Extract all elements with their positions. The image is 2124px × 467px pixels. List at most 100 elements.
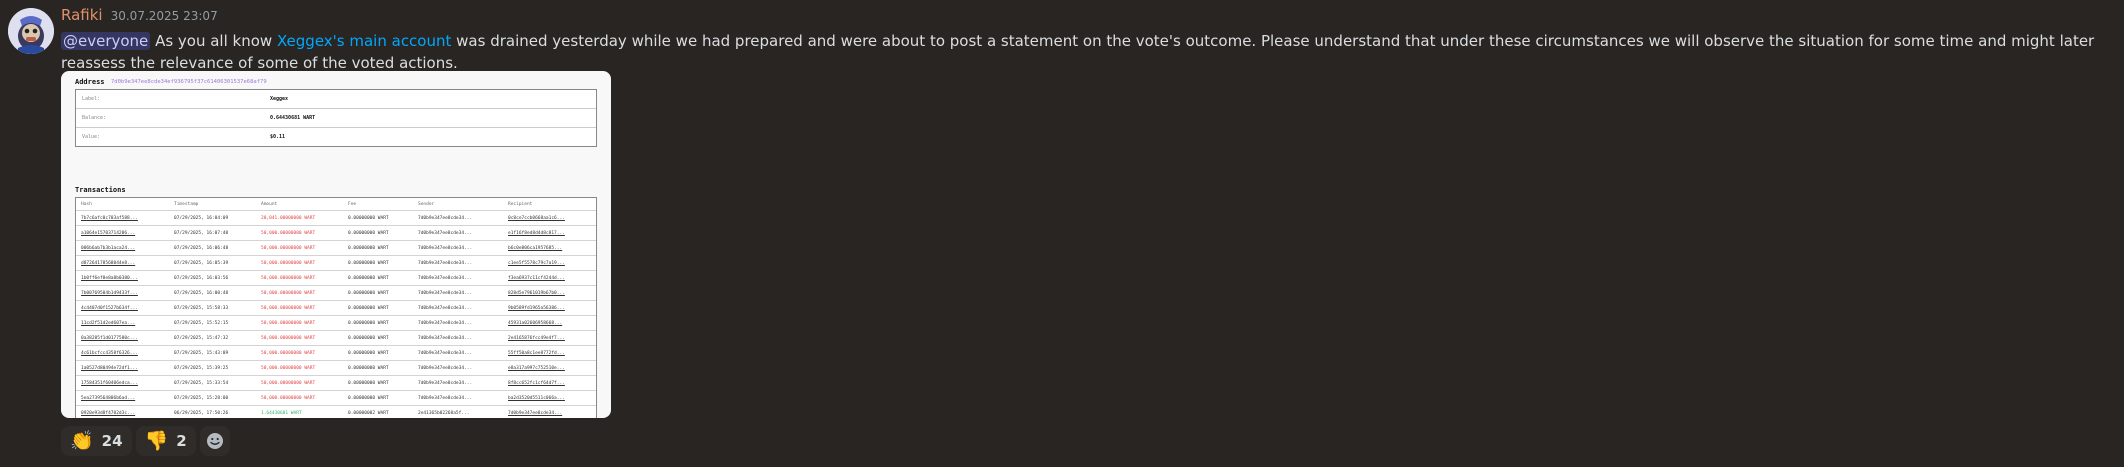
transactions-table: Hash Timestamp Amount Fee Sender Recipie… <box>75 197 597 418</box>
table-cell: 7d0b9e347ee8cde34... <box>418 246 473 251</box>
clap-emoji-icon: 👏 <box>70 430 94 452</box>
table-cell: 50,000.00000000 WART <box>261 231 316 236</box>
table-cell[interactable]: 17584351f60406edca... <box>81 381 138 386</box>
reaction-count: 24 <box>101 432 123 450</box>
table-cell[interactable]: 0c8ce7ccb0668aa1c6... <box>508 216 565 221</box>
screenshot-content: Address 7d0b9e347ee8cde34ef936795f37c614… <box>61 71 611 418</box>
table-cell: 07/29/2025, 15:47:32 <box>174 336 229 341</box>
table-cell: 2e41365b02268a5f... <box>418 411 470 416</box>
table-cell: 7d0b9e347ee8cde34... <box>418 216 473 221</box>
info-row-balance: Balance: 0.64430681 WART <box>76 108 596 127</box>
reaction-count: 2 <box>176 432 187 450</box>
table-row: 0920e93d8f4702d3c... 06/29/2025, 17:50:26… <box>76 405 596 418</box>
table-cell[interactable]: 006b6ab7b3b1aca24... <box>81 246 135 251</box>
table-cell[interactable]: 2e4165876fcc49e4f7... <box>508 336 565 341</box>
info-row-value: Value: $0.11 <box>76 127 596 146</box>
table-cell: 7d0b9e347ee8cde34... <box>418 306 473 311</box>
table-cell[interactable]: ba2d3520d5511c066a... <box>508 396 565 401</box>
table-cell: 50,000.00000000 WART <box>261 246 316 251</box>
table-row: 006b6ab7b3b1aca24... 07/29/2025, 16:06:48… <box>76 240 596 256</box>
table-cell: 07/29/2025, 15:43:09 <box>174 351 229 356</box>
column-header: Sender <box>418 202 435 207</box>
table-cell: 50,000.00000000 WART <box>261 261 316 266</box>
table-cell: 7d0b9e347ee8cde34... <box>418 261 473 266</box>
table-cell[interactable]: 7b00769504b1d9433f... <box>81 291 138 296</box>
table-cell: 50,000.00000000 WART <box>261 336 316 341</box>
table-cell: 0.00000000 WART <box>348 216 389 221</box>
table-cell: 50,000.00000000 WART <box>261 276 316 281</box>
column-header: Recipient <box>508 202 533 207</box>
table-cell[interactable]: f3ea6937c11cf4244d... <box>508 276 565 281</box>
table-cell[interactable]: 45931a02606958668... <box>508 321 562 326</box>
info-label: Value: <box>82 134 101 140</box>
table-cell[interactable]: b6c0e806ca1957685... <box>508 246 562 251</box>
table-row: 7b00769504b1d9433f... 07/29/2025, 16:00:4… <box>76 285 596 301</box>
column-header: Fee <box>348 202 357 207</box>
table-row: 7b7c6afc0c703af588... 07/29/2025, 16:04:0… <box>76 210 596 226</box>
table-cell: 7d0b9e347ee8cde34... <box>418 231 473 236</box>
table-cell[interactable]: 1a0527d80494e72df1... <box>81 366 138 371</box>
column-header: Hash <box>81 202 92 207</box>
table-cell[interactable]: e8a317a997c752510e... <box>508 366 565 371</box>
table-cell[interactable]: 7b7c6afc0c703af588... <box>81 216 138 221</box>
info-label: Label: <box>82 96 101 102</box>
column-header: Amount <box>261 202 278 207</box>
table-cell[interactable]: a1064e15703714206... <box>81 231 135 236</box>
info-value: 0.64430681 WART <box>270 115 316 121</box>
address-info-box: Label: Xeggex Balance: 0.64430681 WART V… <box>75 89 597 147</box>
table-cell[interactable]: 8f8cc652fc1cf64d7f... <box>508 381 565 386</box>
table-cell[interactable]: 4c61bcfcc4358f6326... <box>81 351 138 356</box>
table-cell[interactable]: 9b0589fd1965a56386... <box>508 306 565 311</box>
table-cell[interactable]: 7d0b9e347ee8cde34... <box>508 411 562 416</box>
table-row: d87264178568044e8... 07/29/2025, 16:05:39… <box>76 255 596 271</box>
image-attachment[interactable]: Address 7d0b9e347ee8cde34ef936795f37c614… <box>61 71 611 418</box>
table-cell: 7d0b9e347ee8cde34... <box>418 396 473 401</box>
table-cell: 07/29/2025, 16:04:09 <box>174 216 229 221</box>
table-cell: 07/29/2025, 16:05:39 <box>174 261 229 266</box>
table-cell: 0.00000000 WART <box>348 306 389 311</box>
table-cell: 07/29/2025, 15:33:54 <box>174 381 229 386</box>
table-cell[interactable]: 1b0ff6ef8e8a8b0380... <box>81 276 138 281</box>
everyone-mention[interactable]: @everyone <box>61 32 151 50</box>
reactions-bar: 👏 24 👎 2 <box>61 426 230 456</box>
table-row: 1b0ff6ef8e8a8b0380... 07/29/2025, 16:03:5… <box>76 270 596 286</box>
username[interactable]: Rafiki <box>61 6 103 24</box>
table-cell: 1.64430681 WART <box>261 411 302 416</box>
table-cell[interactable]: 55ff50a8c1ee8772fd... <box>508 351 565 356</box>
table-cell[interactable]: 0a38285f1d0177580c... <box>81 336 138 341</box>
timestamp[interactable]: 30.07.2025 23:07 <box>111 9 218 23</box>
table-cell[interactable]: c1ee5f5578c79c7a19... <box>508 261 565 266</box>
table-cell: 0.00000000 WART <box>348 246 389 251</box>
info-value: $0.11 <box>270 134 286 140</box>
table-cell: 06/29/2025, 17:50:26 <box>174 411 229 416</box>
table-cell: 0.00000000 WART <box>348 396 389 401</box>
table-cell[interactable]: 0920e93d8f4702d3c... <box>81 411 135 416</box>
user-avatar[interactable] <box>8 8 54 54</box>
reaction-clap[interactable]: 👏 24 <box>61 426 132 456</box>
table-row: 1a0527d80494e72df1... 07/29/2025, 15:39:2… <box>76 360 596 376</box>
table-cell: 07/29/2025, 15:52:15 <box>174 321 229 326</box>
table-cell[interactable]: 11cd2f51d2ed607ea... <box>81 321 135 326</box>
info-value: Xeggex <box>270 96 289 102</box>
reaction-thumbs-down[interactable]: 👎 2 <box>135 426 196 456</box>
table-cell: 20,041.00000000 WART <box>261 216 316 221</box>
table-cell: 07/29/2025, 15:39:25 <box>174 366 229 371</box>
table-cell: 07/29/2025, 16:00:48 <box>174 291 229 296</box>
table-cell[interactable]: 828d5e7961019b67b0... <box>508 291 565 296</box>
table-cell: 7d0b9e347ee8cde34... <box>418 351 473 356</box>
table-cell: 50,000.00000000 WART <box>261 351 316 356</box>
table-cell: 07/29/2025, 15:58:33 <box>174 306 229 311</box>
xeggex-account-link[interactable]: Xeggex's main account <box>277 32 451 50</box>
table-row: 5ea2739564806b6ad... 07/29/2025, 15:28:00… <box>76 390 596 406</box>
address-title: Address <box>75 78 105 86</box>
add-reaction-button[interactable] <box>199 426 230 456</box>
table-cell: 0.00000000 WART <box>348 336 389 341</box>
table-cell: 0.00000000 WART <box>348 351 389 356</box>
table-cell[interactable]: d87264178568044e8... <box>81 261 135 266</box>
address-hash: 7d0b9e347ee8cde34ef936795f37c61406301537… <box>111 79 267 85</box>
transactions-title: Transactions <box>75 186 126 194</box>
table-row: 4c4407d0f1527b634f... 07/29/2025, 15:58:3… <box>76 300 596 316</box>
table-cell[interactable]: 4c4407d0f1527b634f... <box>81 306 138 311</box>
table-cell[interactable]: 5ea2739564806b6ad... <box>81 396 135 401</box>
table-cell[interactable]: e1f16f8ed8d4d8c817... <box>508 231 565 236</box>
